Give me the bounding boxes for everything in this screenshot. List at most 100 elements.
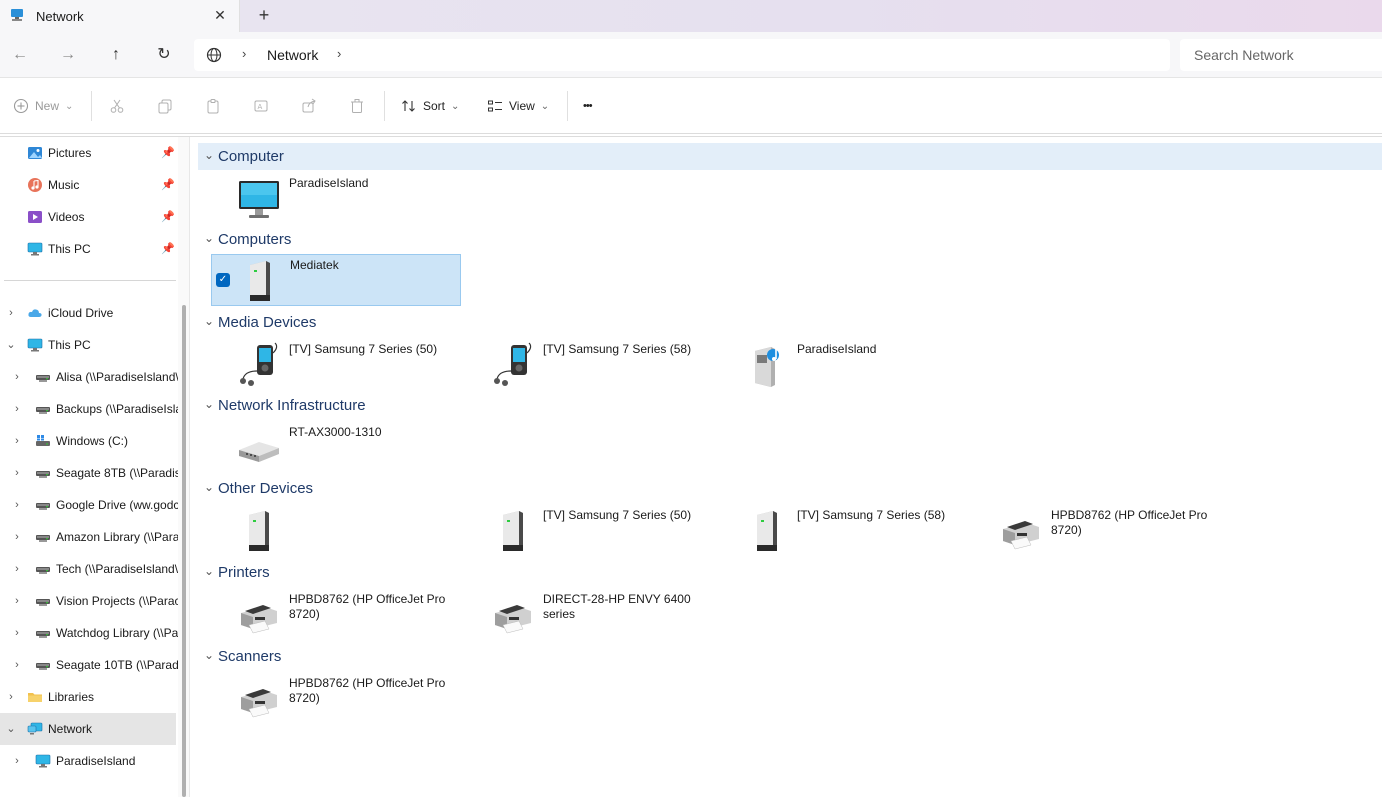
group-media-devices[interactable]: ⌄ Media Devices	[198, 309, 1382, 336]
refresh-button[interactable]: ↻	[153, 44, 175, 66]
sidebar-item-drive[interactable]: › Seagate 10TB (\\Paradi	[0, 649, 178, 681]
pin-icon[interactable]: 📌	[161, 178, 175, 191]
sidebar-item-drive[interactable]: › Google Drive (ww.godc	[0, 489, 178, 521]
sidebar-item-music[interactable]: Music 📌	[0, 169, 176, 201]
sort-button[interactable]: Sort ⌄	[401, 95, 459, 117]
chevron-down-icon[interactable]: ⌄	[204, 314, 214, 328]
sidebar-item-label: Seagate 10TB (\\Paradi	[56, 658, 178, 672]
cut-button[interactable]	[109, 95, 125, 117]
breadcrumb-chevron-icon[interactable]: ›	[242, 46, 246, 61]
chevron-down-icon[interactable]: ⌄	[204, 148, 214, 162]
network-item-selected[interactable]: ✓ Mediatek	[211, 254, 461, 306]
sidebar-item-libraries[interactable]: › Libraries	[0, 681, 176, 713]
sidebar-item-pictures[interactable]: Pictures 📌	[0, 137, 176, 169]
sidebar-item-paradiseisland[interactable]: › ParadiseIsland	[0, 745, 176, 777]
rename-button[interactable]: A	[253, 95, 269, 117]
pin-icon[interactable]: 📌	[161, 146, 175, 159]
sidebar-item-drive[interactable]: › Watchdog Library (\\Pa	[0, 617, 178, 649]
chevron-right-icon[interactable]: ›	[11, 562, 23, 576]
breadcrumb-chevron-icon[interactable]: ›	[337, 46, 341, 61]
sidebar-item-windows-c[interactable]: › Windows (C:)	[0, 425, 176, 457]
group-computer[interactable]: ⌄ Computer	[198, 143, 1382, 170]
tab-network[interactable]: Network ✕	[0, 0, 240, 32]
chevron-right-icon[interactable]: ›	[11, 658, 23, 672]
paste-button[interactable]	[205, 95, 221, 117]
copy-button[interactable]	[157, 95, 173, 117]
sidebar-item-drive[interactable]: › Alisa (\\ParadiseIsland\	[0, 361, 178, 393]
network-item[interactable]: [TV] Samsung 7 Series (58)	[465, 339, 715, 391]
forward-button[interactable]: →	[57, 44, 79, 66]
chevron-right-icon[interactable]: ›	[11, 594, 23, 608]
chevron-down-icon[interactable]: ⌄	[204, 480, 214, 494]
sidebar-item-drive[interactable]: › Amazon Library (\\Para	[0, 521, 178, 553]
group-printers[interactable]: ⌄ Printers	[198, 559, 1382, 586]
network-item[interactable]: [TV] Samsung 7 Series (58)	[719, 505, 969, 557]
network-item[interactable]: DIRECT-28-HP ENVY 6400 series	[465, 589, 715, 641]
close-tab-icon[interactable]: ✕	[212, 6, 228, 24]
more-options-button[interactable]: •••	[583, 95, 593, 117]
chevron-right-icon[interactable]: ›	[5, 690, 17, 704]
chevron-down-icon[interactable]: ⌄	[5, 338, 17, 352]
tower-computer-icon	[489, 507, 537, 555]
network-item[interactable]: [TV] Samsung 7 Series (50)	[465, 505, 715, 557]
chevron-right-icon[interactable]: ›	[11, 434, 23, 448]
chevron-down-icon[interactable]: ⌄	[204, 231, 214, 245]
pin-icon[interactable]: 📌	[161, 210, 175, 223]
new-tab-button[interactable]: +	[254, 4, 274, 26]
chevron-right-icon[interactable]: ›	[11, 530, 23, 544]
network-item[interactable]: RT-AX3000-1310	[211, 422, 461, 474]
group-network-infrastructure[interactable]: ⌄ Network Infrastructure	[198, 392, 1382, 419]
address-input[interactable]: › Network ›	[194, 39, 1170, 71]
sidebar-item-drive[interactable]: › Seagate 8TB (\\Paradise	[0, 457, 178, 489]
group-computers[interactable]: ⌄ Computers	[198, 226, 1382, 253]
sidebar-item-this-pc-pinned[interactable]: This PC 📌	[0, 233, 176, 265]
network-item[interactable]: ParadiseIsland	[719, 339, 969, 391]
chevron-right-icon[interactable]: ›	[11, 754, 23, 768]
sidebar-scrollbar-thumb[interactable]	[182, 305, 186, 797]
chevron-down-icon[interactable]: ⌄	[204, 648, 214, 662]
network-item[interactable]: HPBD8762 (HP OfficeJet Pro 8720)	[211, 673, 461, 725]
sidebar-item-this-pc[interactable]: ⌄ This PC	[0, 329, 176, 361]
network-item[interactable]: ParadiseIsland	[211, 173, 461, 225]
search-input[interactable]: Search Network	[1180, 39, 1382, 71]
plus-circle-icon	[13, 98, 29, 114]
sidebar-item-videos[interactable]: Videos 📌	[0, 201, 176, 233]
chevron-right-icon[interactable]: ›	[11, 626, 23, 640]
tab-title: Network	[36, 9, 84, 24]
breadcrumb-network[interactable]: Network	[267, 47, 318, 63]
group-label: Printers	[218, 564, 270, 581]
sidebar-item-drive[interactable]: › Vision Projects (\\Parac	[0, 585, 178, 617]
printer-icon	[997, 507, 1045, 555]
chevron-right-icon[interactable]: ›	[5, 306, 17, 320]
new-button[interactable]: New ⌄	[13, 95, 73, 117]
network-item[interactable]	[211, 505, 461, 557]
checkbox-checked-icon[interactable]: ✓	[216, 273, 230, 287]
share-button[interactable]	[301, 95, 317, 117]
title-bar: Network ✕ +	[0, 0, 1382, 32]
chevron-right-icon[interactable]: ›	[11, 370, 23, 384]
pin-icon[interactable]: 📌	[161, 242, 175, 255]
chevron-right-icon[interactable]: ›	[11, 402, 23, 416]
back-button[interactable]: ←	[9, 44, 31, 66]
chevron-down-icon[interactable]: ⌄	[204, 397, 214, 411]
chevron-down-icon[interactable]: ⌄	[204, 564, 214, 578]
sidebar-item-drive[interactable]: › Tech (\\ParadiseIsland\	[0, 553, 178, 585]
up-button[interactable]: ↑	[105, 44, 127, 66]
sidebar-item-label: Google Drive (ww.godc	[56, 498, 178, 512]
view-button[interactable]: View ⌄	[487, 95, 549, 117]
network-item[interactable]: [TV] Samsung 7 Series (50)	[211, 339, 461, 391]
group-scanners[interactable]: ⌄ Scanners	[198, 643, 1382, 670]
item-label: [TV] Samsung 7 Series (58)	[797, 508, 946, 522]
sidebar-item-icloud-drive[interactable]: › iCloud Drive	[0, 297, 176, 329]
sidebar-item-drive[interactable]: › Backups (\\ParadiseIsla	[0, 393, 178, 425]
chevron-down-icon[interactable]: ⌄	[5, 722, 17, 736]
monitor-icon	[235, 175, 283, 223]
chevron-down-icon: ⌄	[65, 100, 74, 112]
delete-button[interactable]	[349, 95, 365, 117]
chevron-right-icon[interactable]: ›	[11, 498, 23, 512]
network-item[interactable]: HPBD8762 (HP OfficeJet Pro 8720)	[211, 589, 461, 641]
group-other-devices[interactable]: ⌄ Other Devices	[198, 475, 1382, 502]
network-item[interactable]: HPBD8762 (HP OfficeJet Pro 8720)	[973, 505, 1223, 557]
chevron-right-icon[interactable]: ›	[11, 466, 23, 480]
sidebar-item-network[interactable]: ⌄ Network	[0, 713, 176, 745]
